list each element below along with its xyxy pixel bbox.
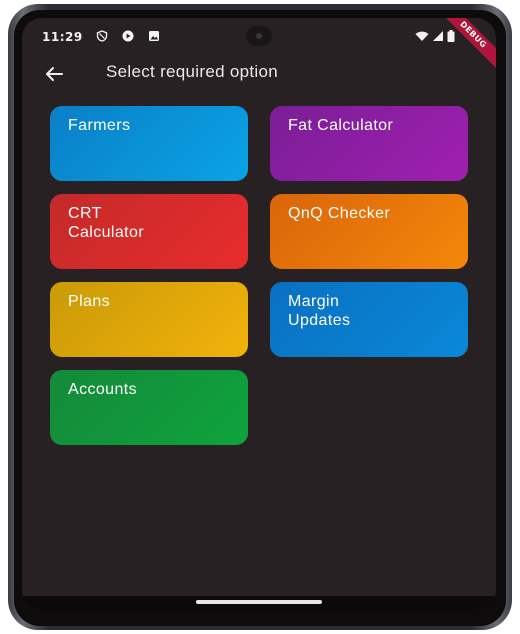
option-label: Accounts [68, 381, 138, 398]
option-tile-farmers[interactable]: Farmers [50, 106, 248, 181]
page-title: Select required option [106, 62, 278, 81]
front-camera [246, 26, 272, 46]
signal-icon [433, 31, 443, 41]
option-tile-qnq-checker[interactable]: QnQ Checker [270, 194, 468, 269]
photo-icon [149, 31, 159, 41]
back-arrow-icon[interactable] [42, 62, 66, 86]
wifi-icon [415, 31, 429, 41]
option-label: QnQ Checker [288, 205, 391, 222]
option-tile-plans[interactable]: Plans [50, 282, 248, 357]
option-tile-crt-calculator[interactable]: CRT Calculator [50, 194, 248, 269]
play-icon [122, 30, 134, 42]
option-label: Margin Updates [288, 293, 351, 329]
battery-icon [447, 30, 455, 42]
option-tile-fat-calculator[interactable]: Fat Calculator [270, 106, 468, 181]
status-bar: 11:29 DEBUG [22, 18, 496, 72]
option-label: Fat Calculator [288, 117, 394, 134]
app-bar: Select required option [22, 58, 496, 90]
home-gesture-handle[interactable] [196, 600, 322, 604]
status-time: 11:29 [42, 30, 83, 44]
option-label: Plans [68, 293, 111, 310]
screen: 11:29 DEBUG Select required option Farme… [22, 18, 496, 610]
option-label: Farmers [68, 117, 131, 134]
option-label: CRT Calculator [68, 205, 145, 241]
navigation-bar [22, 596, 496, 610]
shield-icon [96, 30, 108, 42]
option-tile-accounts[interactable]: Accounts [50, 370, 248, 445]
option-tile-margin-updates[interactable]: Margin Updates [270, 282, 468, 357]
